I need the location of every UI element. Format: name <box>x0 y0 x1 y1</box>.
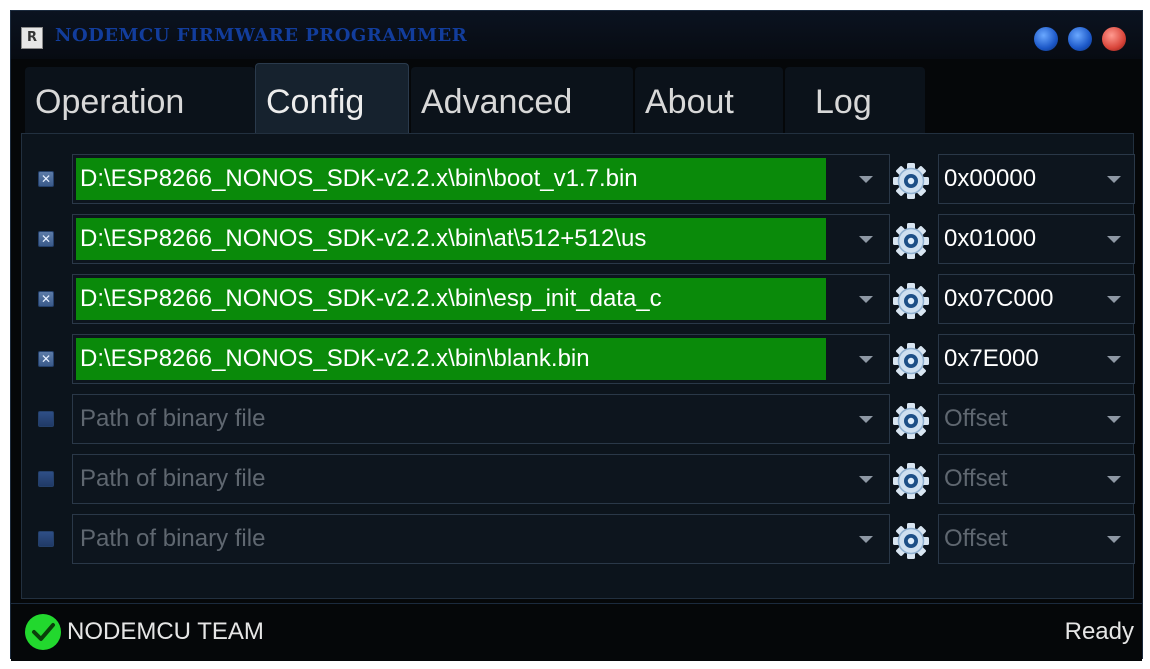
status-bar: NODEMCU TEAM Ready <box>11 603 1142 661</box>
file-enable-checkbox[interactable]: ✕ <box>38 291 54 307</box>
chevron-down-icon[interactable] <box>859 296 873 303</box>
window-title: NODEMCU FIRMWARE PROGRAMMER <box>55 25 468 46</box>
binary-path-combobox[interactable]: D:\ESP8266_NONOS_SDK-v2.2.x\bin\blank.bi… <box>72 334 890 384</box>
offset-combobox[interactable]: 0x01000 <box>938 214 1135 264</box>
file-enable-checkbox[interactable] <box>38 471 54 487</box>
maximize-button[interactable] <box>1068 27 1092 51</box>
binary-path-input[interactable]: Path of binary file <box>76 518 826 560</box>
offset-input[interactable]: 0x07C000 <box>944 278 1053 320</box>
chevron-down-icon[interactable] <box>1107 176 1121 183</box>
chevron-down-icon[interactable] <box>1107 236 1121 243</box>
binary-path-combobox[interactable]: Path of binary file <box>72 394 890 444</box>
tab-about[interactable]: About <box>635 67 783 133</box>
file-enable-checkbox[interactable]: ✕ <box>38 231 54 247</box>
tab-config[interactable]: Config <box>255 63 409 135</box>
status-team-label: NODEMCU TEAM <box>67 618 264 645</box>
chevron-down-icon[interactable] <box>859 236 873 243</box>
gear-icon[interactable] <box>892 342 930 380</box>
app-logo-icon: R <box>21 27 43 49</box>
offset-combobox[interactable]: 0x00000 <box>938 154 1135 204</box>
binary-path-input[interactable]: D:\ESP8266_NONOS_SDK-v2.2.x\bin\blank.bi… <box>76 338 826 380</box>
file-enable-checkbox[interactable] <box>38 531 54 547</box>
tab-advanced[interactable]: Advanced <box>411 67 633 133</box>
chevron-down-icon[interactable] <box>1107 356 1121 363</box>
offset-input[interactable]: Offset <box>944 398 1008 440</box>
binary-path-combobox[interactable]: D:\ESP8266_NONOS_SDK-v2.2.x\bin\at\512+5… <box>72 214 890 264</box>
binary-path-combobox[interactable]: Path of binary file <box>72 514 890 564</box>
binary-path-combobox[interactable]: D:\ESP8266_NONOS_SDK-v2.2.x\bin\esp_init… <box>72 274 890 324</box>
chevron-down-icon[interactable] <box>859 416 873 423</box>
file-row: Path of binary file Offset <box>22 390 1135 444</box>
offset-input[interactable]: 0x01000 <box>944 218 1036 260</box>
chevron-down-icon[interactable] <box>859 176 873 183</box>
chevron-down-icon[interactable] <box>859 536 873 543</box>
file-enable-checkbox[interactable] <box>38 411 54 427</box>
chevron-down-icon[interactable] <box>1107 536 1121 543</box>
file-row: Path of binary file Offset <box>22 510 1135 564</box>
title-bar: R NODEMCU FIRMWARE PROGRAMMER <box>11 11 1142 59</box>
offset-input[interactable]: Offset <box>944 518 1008 560</box>
status-state: Ready <box>1064 618 1134 645</box>
gear-icon[interactable] <box>892 222 930 260</box>
gear-icon[interactable] <box>892 162 930 200</box>
file-enable-checkbox[interactable]: ✕ <box>38 351 54 367</box>
offset-combobox[interactable]: Offset <box>938 454 1135 504</box>
file-row: ✕ D:\ESP8266_NONOS_SDK-v2.2.x\bin\esp_ini… <box>22 270 1135 324</box>
offset-input[interactable]: 0x00000 <box>944 158 1036 200</box>
binary-path-input[interactable]: Path of binary file <box>76 458 826 500</box>
offset-combobox[interactable]: Offset <box>938 394 1135 444</box>
minimize-button[interactable] <box>1034 27 1058 51</box>
binary-path-input[interactable]: D:\ESP8266_NONOS_SDK-v2.2.x\bin\at\512+5… <box>76 218 826 260</box>
config-panel: ✕ D:\ESP8266_NONOS_SDK-v2.2.x\bin\boot_v1… <box>21 133 1135 599</box>
gear-icon[interactable] <box>892 522 930 560</box>
offset-combobox[interactable]: Offset <box>938 514 1135 564</box>
checkmark-icon <box>25 614 61 650</box>
close-button[interactable] <box>1102 27 1126 51</box>
file-row: Path of binary file Offset <box>22 450 1135 504</box>
offset-input[interactable]: 0x7E000 <box>944 338 1039 380</box>
file-row: ✕ D:\ESP8266_NONOS_SDK-v2.2.x\bin\boot_v1… <box>22 150 1135 204</box>
binary-path-combobox[interactable]: D:\ESP8266_NONOS_SDK-v2.2.x\bin\boot_v1.… <box>72 154 890 204</box>
gear-icon[interactable] <box>892 462 930 500</box>
tab-log[interactable]: Log <box>785 67 925 133</box>
tab-operation[interactable]: Operation <box>25 67 255 133</box>
offset-combobox[interactable]: 0x07C000 <box>938 274 1135 324</box>
gear-icon[interactable] <box>892 282 930 320</box>
chevron-down-icon[interactable] <box>859 476 873 483</box>
chevron-down-icon[interactable] <box>859 356 873 363</box>
binary-path-combobox[interactable]: Path of binary file <box>72 454 890 504</box>
file-row: ✕ D:\ESP8266_NONOS_SDK-v2.2.x\bin\at\512+… <box>22 210 1135 264</box>
chevron-down-icon[interactable] <box>1107 416 1121 423</box>
gear-icon[interactable] <box>892 402 930 440</box>
offset-combobox[interactable]: 0x7E000 <box>938 334 1135 384</box>
app-window: R NODEMCU FIRMWARE PROGRAMMER Operation … <box>10 10 1143 661</box>
binary-path-input[interactable]: D:\ESP8266_NONOS_SDK-v2.2.x\bin\esp_init… <box>76 278 826 320</box>
offset-input[interactable]: Offset <box>944 458 1008 500</box>
chevron-down-icon[interactable] <box>1107 296 1121 303</box>
file-enable-checkbox[interactable]: ✕ <box>38 171 54 187</box>
binary-path-input[interactable]: Path of binary file <box>76 398 826 440</box>
chevron-down-icon[interactable] <box>1107 476 1121 483</box>
binary-path-input[interactable]: D:\ESP8266_NONOS_SDK-v2.2.x\bin\boot_v1.… <box>76 158 826 200</box>
file-row: ✕ D:\ESP8266_NONOS_SDK-v2.2.x\bin\blank.b… <box>22 330 1135 384</box>
